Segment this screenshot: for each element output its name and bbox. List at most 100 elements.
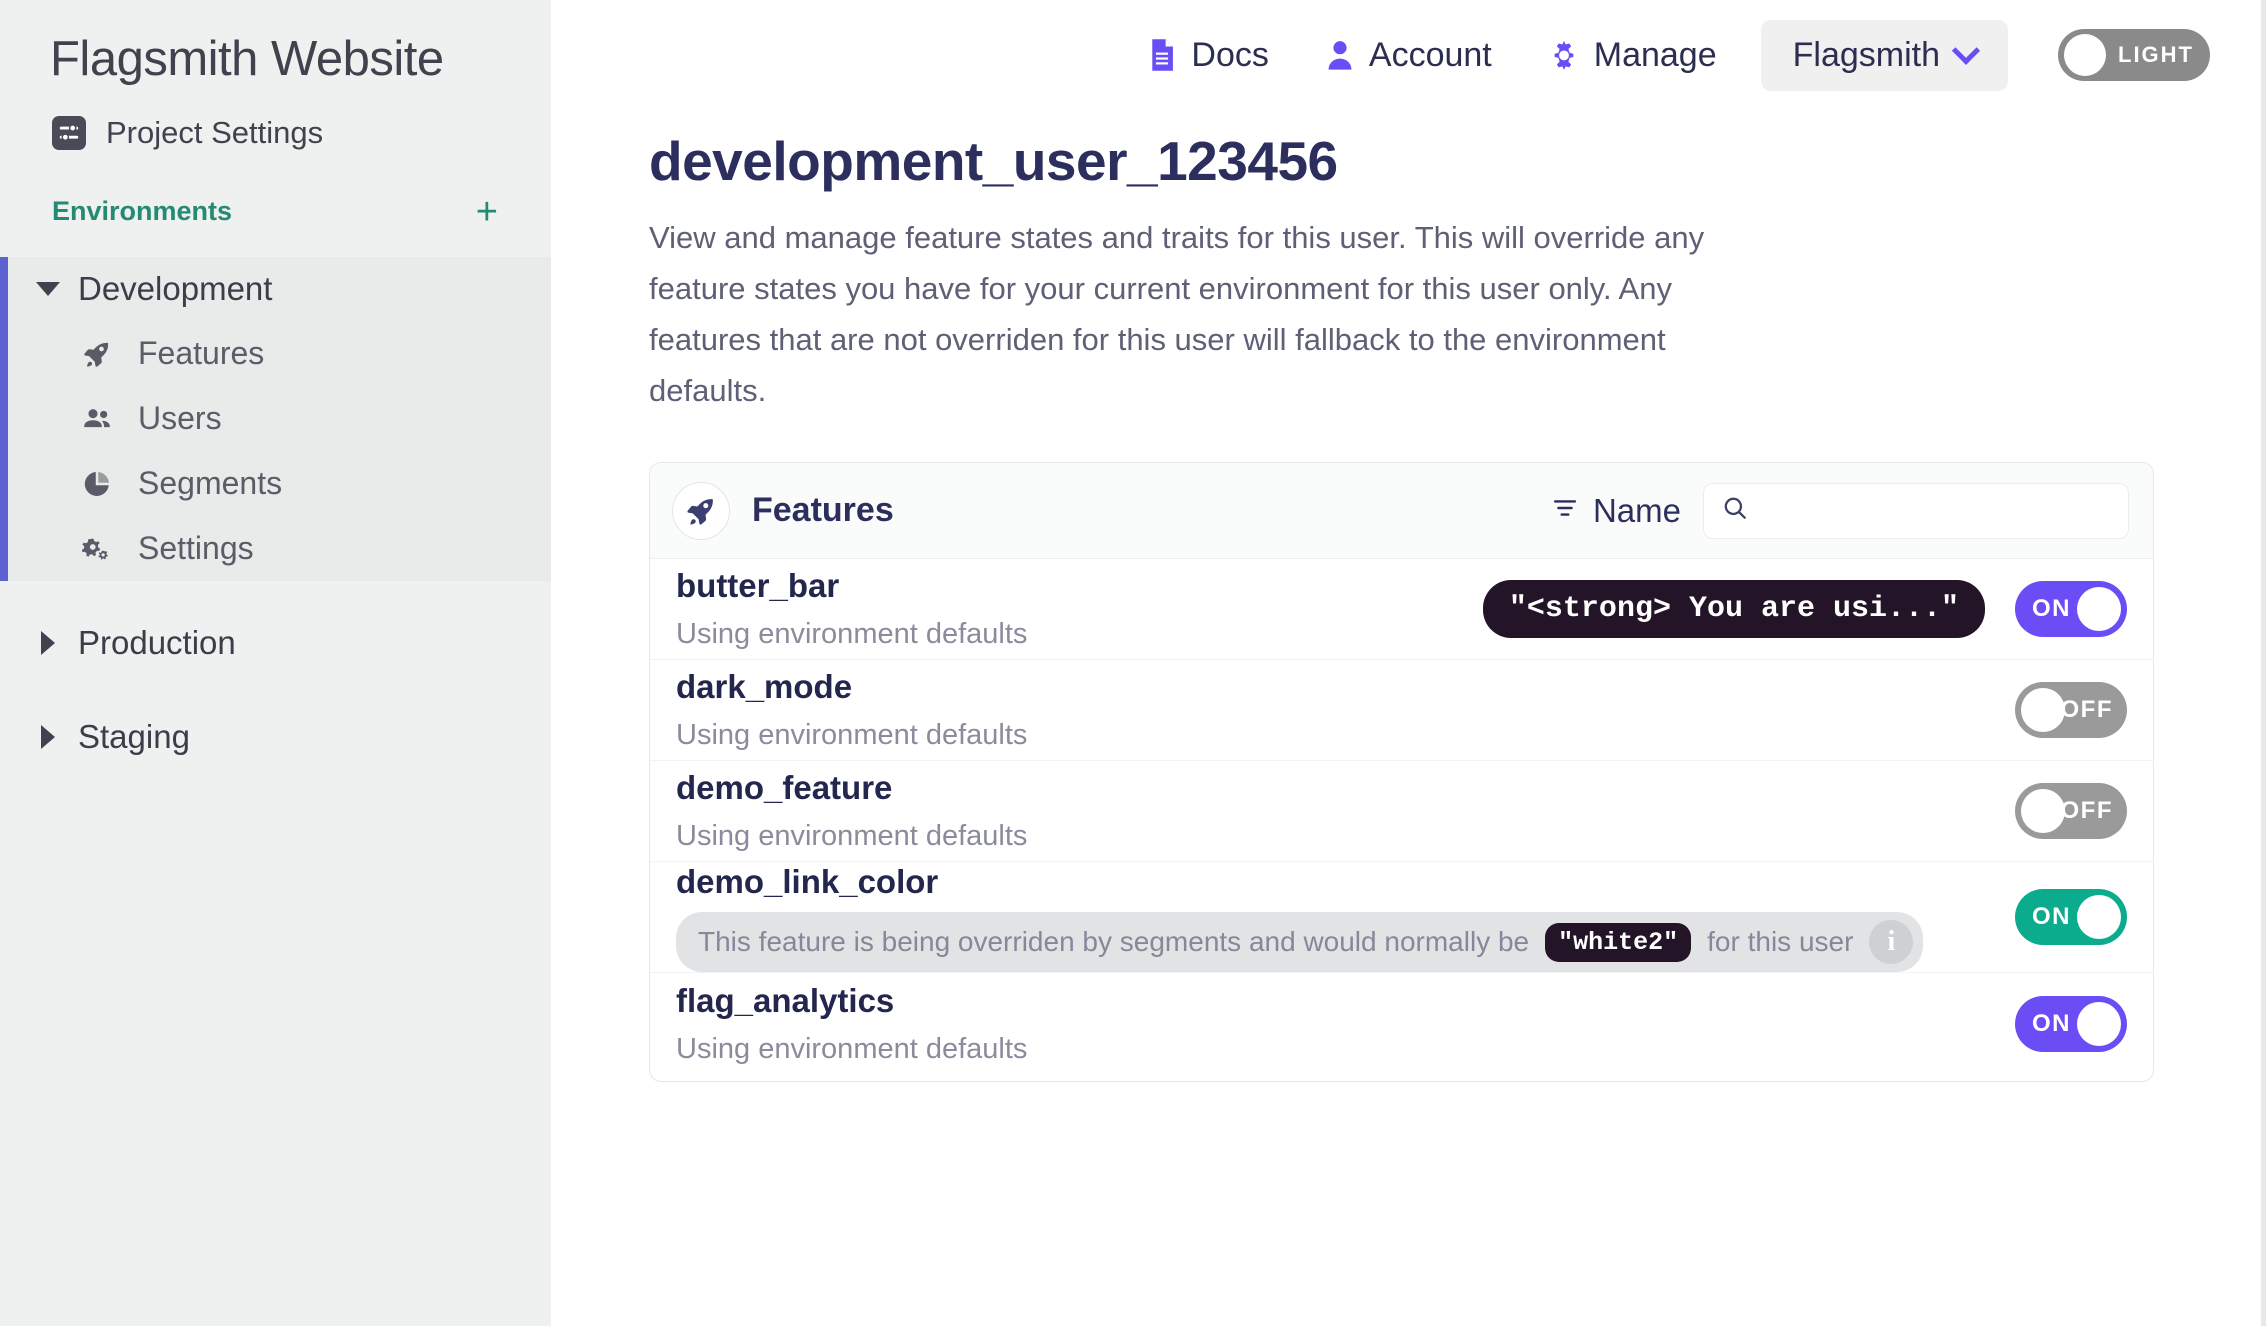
sidebar-item-project-settings[interactable]: Project Settings [0,88,551,150]
feature-toggle[interactable]: OFF [2015,682,2127,738]
table-row[interactable]: demo_feature Using environment defaults … [650,761,2153,862]
environment-name: Production [78,624,236,661]
search-input[interactable] [1762,495,2110,526]
sidebar-item-label: Settings [138,530,254,566]
override-prefix-text: This feature is being overriden by segme… [698,926,1530,957]
toggle-knob [2021,789,2065,833]
sliders-icon [52,116,86,150]
sidebar: Flagsmith Website Project Settings Envir… [0,0,551,1326]
feature-info: butter_bar Using environment defaults [676,566,1483,652]
search-icon [1722,495,1748,526]
rocket-icon [672,481,730,540]
feature-toggle[interactable]: OFF [2015,783,2127,839]
document-icon [1147,38,1177,72]
gear-icon [1548,38,1580,72]
feature-value-chip: "<strong> You are usi..." [1482,580,1985,638]
feature-name: butter_bar [676,567,840,604]
toggle-knob [2064,34,2106,76]
organisation-name: Flagsmith [1792,35,1940,74]
sort-label: Name [1592,491,1681,529]
nav-docs[interactable]: Docs [1147,35,1269,75]
feature-info: demo_feature Using environment defaults [676,768,2015,854]
window-edge [2261,0,2266,1326]
app-root: Flagsmith Website Project Settings Envir… [0,0,2266,1326]
feature-subtitle: Using environment defaults [676,1032,1028,1065]
nav-label: Docs [1191,35,1269,74]
person-icon [1325,38,1355,72]
features-card-header: Features Name [650,463,2153,559]
feature-info: dark_mode Using environment defaults [676,667,2015,753]
theme-toggle[interactable]: LIGHT [2058,29,2210,81]
nav-label: Manage [1593,35,1717,74]
features-card: Features Name butter_bar Using environme… [649,462,2154,1082]
filter-icon [1551,497,1579,524]
sidebar-item-label: Features [138,335,265,371]
chevron-right-icon [41,631,55,655]
feature-toggle[interactable]: ON [2015,889,2127,945]
table-row[interactable]: flag_analytics Using environment default… [650,973,2153,1074]
nav-account[interactable]: Account [1325,36,1492,75]
topbar: Docs Account Manage Flagsmith LIGHT [551,0,2266,110]
sidebar-item-segments[interactable]: Segments [8,451,551,516]
main-content: Docs Account Manage Flagsmith LIGHT deve… [551,0,2266,1326]
theme-toggle-label: LIGHT [2118,42,2194,67]
environment-group-production: Production [0,611,551,675]
toggle-knob [2021,688,2065,732]
table-row[interactable]: dark_mode Using environment defaults OFF [650,660,2153,761]
segment-override-notice: This feature is being overriden by segme… [676,912,1924,972]
search-box[interactable] [1703,482,2129,539]
sidebar-item-users[interactable]: Users [8,386,551,451]
project-settings-label: Project Settings [106,115,324,150]
sort-by-name-button[interactable]: Name [1551,492,1681,530]
chevron-down-icon [36,282,60,296]
top-navigation: Docs Account Manage [1147,35,1717,75]
toggle-knob [2077,587,2121,631]
page-title: development_user_123456 [649,130,1338,192]
feature-info: flag_analytics Using environment default… [676,981,2015,1067]
feature-toggle[interactable]: ON [2015,581,2127,637]
organisation-selector[interactable]: Flagsmith [1760,19,2008,91]
toggle-knob [2077,1001,2121,1046]
environment-group-development: Development Features Users Segments Sett… [0,257,551,581]
feature-subtitle: Using environment defaults [676,719,1028,751]
nav-manage[interactable]: Manage [1548,36,1717,75]
toggle-label: ON [2032,903,2071,930]
toggle-label: OFF [2060,696,2113,723]
feature-name: demo_link_color [676,863,939,900]
environment-development[interactable]: Development [8,257,551,321]
sidebar-item-label: Users [138,400,222,436]
toggle-label: ON [2032,1009,2071,1037]
add-environment-button[interactable]: + [476,193,498,231]
environment-group-staging: Staging [0,705,551,769]
table-row[interactable]: butter_bar Using environment defaults "<… [650,559,2153,660]
sidebar-item-settings[interactable]: Settings [8,516,551,581]
toggle-knob [2077,895,2121,939]
info-icon[interactable]: i [1869,920,1914,964]
users-icon [80,403,114,435]
pie-chart-icon [80,469,114,499]
feature-subtitle: Using environment defaults [676,618,1028,650]
page-content: development_user_123456 View and manage … [551,110,2266,1082]
chevron-right-icon [41,725,55,749]
sidebar-item-label: Segments [138,465,283,501]
gears-icon [80,534,114,564]
environment-staging[interactable]: Staging [8,705,551,769]
environments-label: Environments [52,196,233,226]
sidebar-item-features[interactable]: Features [8,321,551,386]
environment-name: Development [78,270,273,307]
features-card-title: Features [752,491,894,529]
features-card-controls: Name [1551,482,2129,539]
environments-header: Environments + [0,150,551,231]
brand-title: Flagsmith Website [50,32,444,86]
table-row[interactable]: demo_link_color This feature is being ov… [650,862,2153,973]
feature-name: dark_mode [676,668,853,705]
toggle-label: ON [2032,595,2071,622]
feature-info: demo_link_color This feature is being ov… [676,862,2015,972]
override-suffix-text: for this user [1707,926,1854,957]
feature-subtitle: Using environment defaults [676,820,1028,852]
toggle-label: OFF [2060,797,2113,824]
feature-name: demo_feature [676,769,893,806]
feature-toggle[interactable]: ON [2015,995,2127,1052]
rocket-icon [80,339,114,369]
environment-production[interactable]: Production [8,611,551,675]
